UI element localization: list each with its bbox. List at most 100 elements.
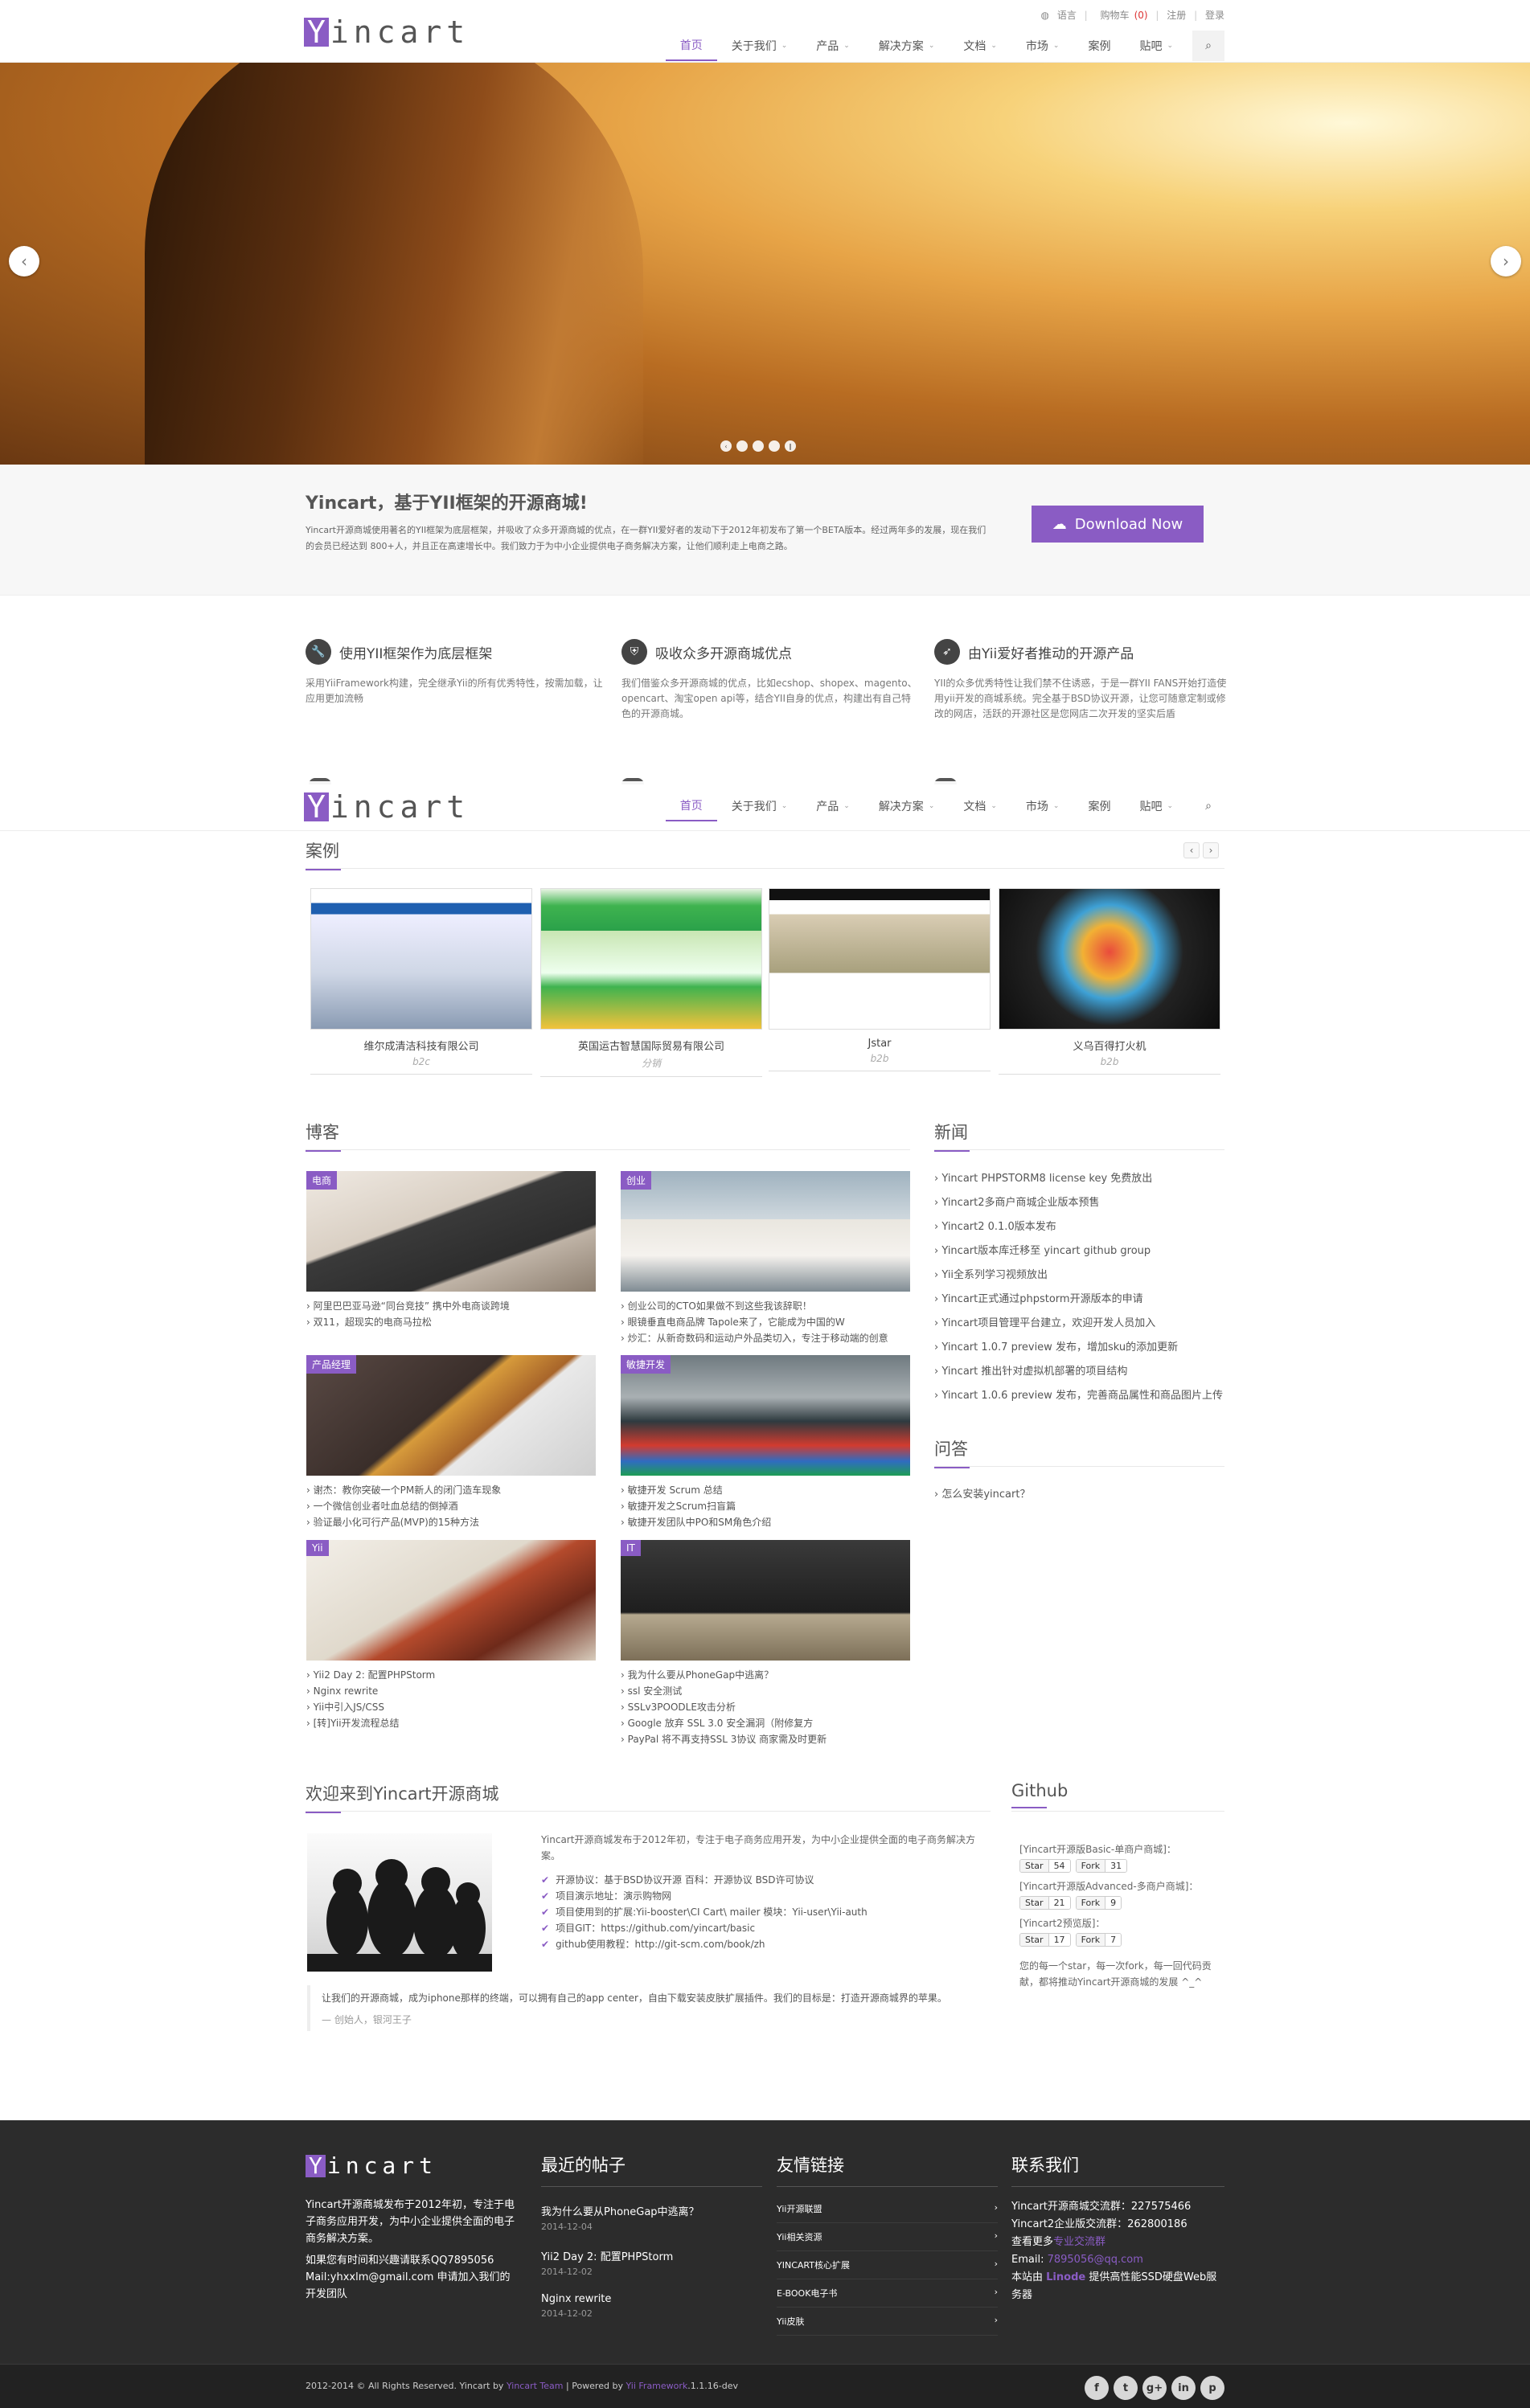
blog-post-link[interactable]: › 敏捷开发团队中PO和SM角色介绍: [621, 1514, 910, 1530]
blog-image[interactable]: 敏捷开发: [621, 1355, 910, 1476]
footer-post[interactable]: Nginx rewrite 2014-12-02: [541, 2293, 762, 2319]
search-button[interactable]: ⌕: [1192, 31, 1224, 61]
news-item[interactable]: › Yincart 推出针对虚拟机部署的项目结构: [934, 1360, 1224, 1384]
cases-next-button[interactable]: ›: [1203, 842, 1219, 858]
footer-post-title[interactable]: Yii2 Day 2: 配置PHPStorm: [541, 2248, 762, 2263]
blog-post-link[interactable]: › 谢杰：教你突破一个PM新人的闭门造车现象: [306, 1482, 596, 1498]
login-link[interactable]: 登录: [1205, 10, 1224, 21]
nav-item[interactable]: 贴吧 ⌄: [1125, 31, 1187, 61]
github-fork-button[interactable]: Fork 9: [1075, 1896, 1122, 1910]
blog-category-tag[interactable]: 敏捷开发: [621, 1355, 671, 1374]
case-screenshot[interactable]: [310, 888, 532, 1030]
search-button[interactable]: ⌕: [1192, 791, 1224, 821]
github-star-button[interactable]: Star 17: [1019, 1933, 1071, 1947]
news-item[interactable]: › Yincart2 0.1.0版本发布: [934, 1215, 1224, 1239]
team-link[interactable]: Yincart Team: [507, 2381, 564, 2391]
cases-prev-button[interactable]: ‹: [1183, 842, 1200, 858]
blog-image[interactable]: 产品经理: [306, 1355, 596, 1476]
blog-image[interactable]: IT: [621, 1540, 910, 1661]
news-item[interactable]: › Yincart正式通过phpstorm开源版本的申请: [934, 1288, 1224, 1312]
nav-item[interactable]: 解决方案 ⌄: [864, 31, 950, 61]
slider-dot[interactable]: [753, 440, 764, 452]
blog-post-link[interactable]: › Nginx rewrite: [306, 1683, 596, 1699]
news-item[interactable]: › Yii全系列学习视频放出: [934, 1263, 1224, 1288]
twitter-icon[interactable]: t: [1114, 2376, 1138, 2400]
nav-item[interactable]: 关于我们 ⌄: [717, 31, 802, 61]
blog-category-tag[interactable]: Yii: [306, 1540, 329, 1556]
case-item[interactable]: 英国运古智慧国际贸易有限公司 分销: [540, 888, 762, 1077]
nav-item[interactable]: 市场 ⌄: [1011, 31, 1074, 61]
blog-category-tag[interactable]: IT: [621, 1540, 641, 1556]
blog-post-link[interactable]: › Google 放弃 SSL 3.0 安全漏洞（附修复方: [621, 1715, 910, 1731]
email-link[interactable]: 7895056@qq.com: [1048, 2254, 1143, 2266]
github-star-button[interactable]: Star 21: [1019, 1896, 1071, 1910]
blog-post-link[interactable]: › Yii中引入JS/CSS: [306, 1699, 596, 1715]
nav-item[interactable]: 案例: [1073, 31, 1125, 61]
github-fork-button[interactable]: Fork 7: [1075, 1933, 1122, 1947]
pinterest-icon[interactable]: p: [1200, 2376, 1224, 2400]
blog-post-link[interactable]: › 敏捷开发之Scrum扫盲篇: [621, 1498, 910, 1514]
footer-link[interactable]: Yii开源联盟 ›: [777, 2195, 998, 2223]
case-screenshot[interactable]: [999, 888, 1220, 1030]
nav-item[interactable]: 首页: [665, 791, 717, 821]
blog-post-link[interactable]: › 一个微信创业者吐血总结的倒掉酒: [306, 1498, 596, 1514]
github-star-button[interactable]: Star 54: [1019, 1859, 1071, 1873]
footer-logo[interactable]: Yincart: [306, 2152, 519, 2179]
footer-link[interactable]: Yii皮肤 ›: [777, 2308, 998, 2336]
footer-link[interactable]: YINCART核心扩展 ›: [777, 2251, 998, 2279]
news-item[interactable]: › Yincart 1.0.6 preview 发布，完善商品属性和商品图片上传: [934, 1384, 1224, 1408]
footer-link[interactable]: E-BOOK电子书 ›: [777, 2279, 998, 2308]
slider-next-button[interactable]: ›: [1491, 246, 1521, 276]
download-button[interactable]: ☁ Download Now: [1032, 506, 1204, 543]
linode-link[interactable]: Linode: [1046, 2271, 1085, 2283]
case-name[interactable]: 英国运古智慧国际贸易有限公司: [540, 1038, 762, 1053]
google-plus-icon[interactable]: g+: [1142, 2376, 1167, 2400]
nav-item[interactable]: 贴吧 ⌄: [1125, 791, 1187, 821]
site-logo[interactable]: Yincart: [304, 14, 470, 50]
more-groups-link[interactable]: 专业交流群: [1053, 2236, 1105, 2248]
nav-item[interactable]: 首页: [665, 31, 717, 61]
facebook-icon[interactable]: f: [1085, 2376, 1109, 2400]
news-item[interactable]: › Yincart2多商户商城企业版本预售: [934, 1191, 1224, 1215]
footer-link[interactable]: Yii相关资源 ›: [777, 2223, 998, 2251]
case-screenshot[interactable]: [769, 888, 991, 1030]
nav-item[interactable]: 文档 ⌄: [949, 31, 1011, 61]
cart-link[interactable]: 购物车 (0): [1096, 10, 1148, 21]
register-link[interactable]: 注册: [1167, 10, 1186, 21]
case-item[interactable]: 维尔成清洁科技有限公司 b2c: [310, 888, 532, 1075]
nav-item[interactable]: 产品 ⌄: [802, 31, 864, 61]
footer-post-title[interactable]: 我为什么要从PhoneGap中逃离？: [541, 2203, 762, 2218]
qa-item[interactable]: › 怎么安装yincart？: [934, 1483, 1224, 1507]
news-item[interactable]: › Yincart 1.0.7 preview 发布，增加sku的添加更新: [934, 1336, 1224, 1360]
case-item[interactable]: 义乌百得打火机 b2b: [999, 888, 1220, 1075]
blog-post-link[interactable]: › [转]Yii开发流程总结: [306, 1715, 596, 1731]
blog-image[interactable]: 电商: [306, 1171, 596, 1292]
nav-item[interactable]: 关于我们 ⌄: [717, 791, 802, 821]
case-name[interactable]: 义乌百得打火机: [999, 1038, 1220, 1053]
blog-image[interactable]: 创业: [621, 1171, 910, 1292]
case-name[interactable]: Jstar: [769, 1038, 991, 1050]
blog-post-link[interactable]: › 炒汇：从新奇数码和运动户外品类切入，专注于移动端的创意: [621, 1330, 910, 1346]
github-fork-button[interactable]: Fork 31: [1075, 1859, 1128, 1873]
blog-post-link[interactable]: › 我为什么要从PhoneGap中逃离？: [621, 1667, 910, 1683]
nav-item[interactable]: 市场 ⌄: [1011, 791, 1074, 821]
slider-dot[interactable]: [736, 440, 748, 452]
case-name[interactable]: 维尔成清洁科技有限公司: [310, 1038, 532, 1053]
news-item[interactable]: › Yincart版本库迁移至 yincart github group: [934, 1239, 1224, 1263]
nav-item[interactable]: 解决方案 ⌄: [864, 791, 950, 821]
blog-post-link[interactable]: › 创业公司的CTO如果做不到这些我该辞职！: [621, 1298, 910, 1314]
sticky-logo[interactable]: Yincart: [304, 789, 470, 825]
footer-post[interactable]: 我为什么要从PhoneGap中逃离？ 2014-12-04: [541, 2203, 762, 2232]
slider-prev-button[interactable]: ‹: [9, 246, 39, 276]
blog-post-link[interactable]: › Yii2 Day 2: 配置PHPStorm: [306, 1667, 596, 1683]
blog-post-link[interactable]: › 验证最小化可行产品(MVP)的15种方法: [306, 1514, 596, 1530]
nav-item[interactable]: 产品 ⌄: [802, 791, 864, 821]
slider-prev-dot[interactable]: ‹: [720, 440, 732, 452]
nav-item[interactable]: 文档 ⌄: [949, 791, 1011, 821]
case-screenshot[interactable]: [540, 888, 762, 1030]
blog-post-link[interactable]: › SSLv3POODLE攻击分析: [621, 1699, 910, 1715]
framework-link[interactable]: Yii Framework: [626, 2381, 687, 2391]
blog-category-tag[interactable]: 产品经理: [306, 1355, 357, 1374]
language-link[interactable]: 语言: [1057, 10, 1077, 21]
blog-post-link[interactable]: › 阿里巴巴亚马逊“同台竞技” 携中外电商谈跨境: [306, 1298, 596, 1314]
